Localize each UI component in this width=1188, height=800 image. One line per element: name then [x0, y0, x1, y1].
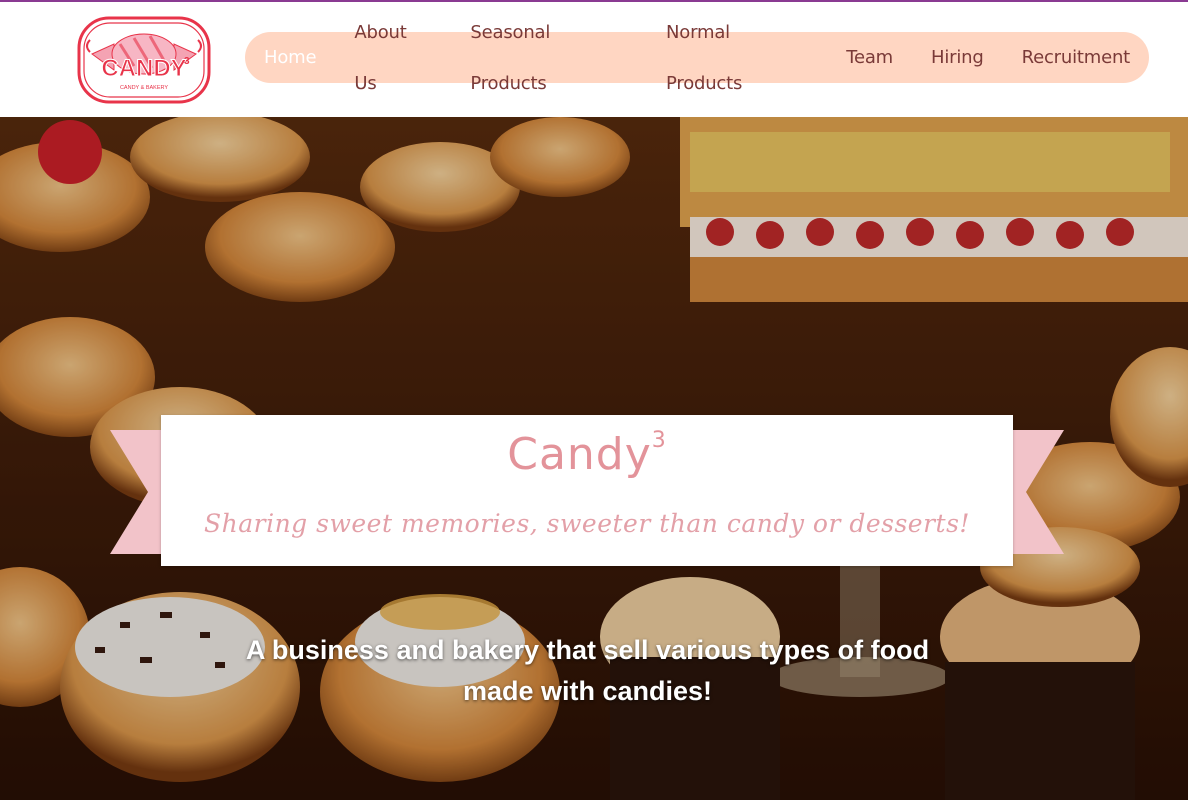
- main-nav: Home About Us Seasonal Products Normal P…: [245, 22, 1149, 94]
- nav-normal-products[interactable]: Normal Products: [647, 7, 827, 109]
- candy-logo[interactable]: CANDY 3 CANDY & BAKERY: [76, 14, 212, 106]
- logo-tagline: CANDY & BAKERY: [120, 85, 168, 91]
- logo-text: CANDY: [101, 55, 186, 82]
- nav-seasonal-products[interactable]: Seasonal Products: [451, 7, 647, 109]
- hero-title-superscript: 3: [651, 428, 667, 454]
- candy-logo-graphic: CANDY 3 CANDY & BAKERY: [77, 16, 211, 104]
- nav-team[interactable]: Team: [827, 32, 912, 83]
- hero-title: Candy3: [161, 428, 1013, 480]
- hero-title-text: Candy: [507, 429, 652, 480]
- hero-subtitle: Sharing sweet memories, sweeter than can…: [204, 509, 970, 538]
- nav-hiring[interactable]: Hiring: [912, 32, 1003, 83]
- ribbon-left-tail: [110, 430, 162, 554]
- nav-home[interactable]: Home: [245, 32, 335, 83]
- logo-superscript: 3: [184, 56, 190, 67]
- title-banner: Candy3 Sharing sweet memories, sweeter t…: [161, 415, 1013, 566]
- nav-recruitment[interactable]: Recruitment: [1003, 32, 1149, 83]
- site-header: CANDY 3 CANDY & BAKERY Home About Us Sea…: [0, 2, 1188, 117]
- hero-description: A business and bakery that sell various …: [245, 635, 930, 706]
- hero-section: Candy3 Sharing sweet memories, sweeter t…: [0, 117, 1188, 800]
- ribbon-right-tail: [1012, 430, 1064, 554]
- nav-about-us[interactable]: About Us: [335, 7, 451, 109]
